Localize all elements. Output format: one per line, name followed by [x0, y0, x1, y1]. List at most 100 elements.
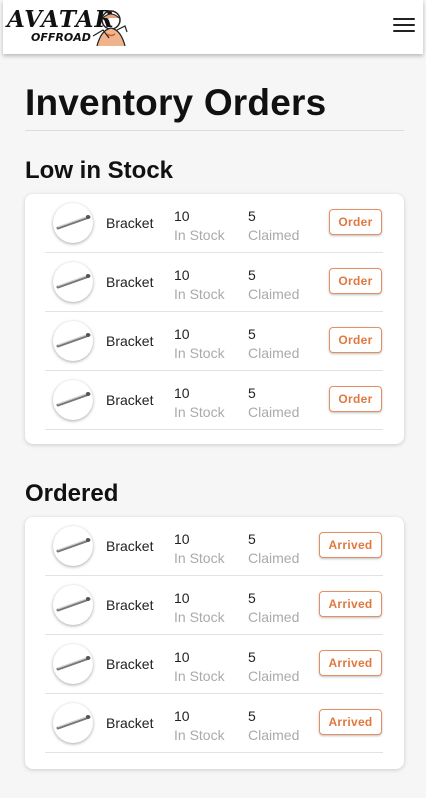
- in-stock-count: 10: [174, 208, 190, 224]
- item-name: Bracket: [106, 656, 154, 672]
- bracket-rod-icon: [56, 538, 91, 553]
- bracket-rod-icon: [56, 656, 91, 671]
- in-stock-label: In Stock: [174, 727, 225, 743]
- in-stock-count: 10: [174, 708, 190, 724]
- claimed-count: 5: [248, 590, 256, 606]
- in-stock-stat: 10 In Stock: [174, 384, 225, 422]
- claimed-stat: 5 Claimed: [248, 530, 299, 568]
- bracket-rod-icon: [56, 215, 91, 230]
- in-stock-count: 10: [174, 326, 190, 342]
- logo-sub-text: OFFROAD: [31, 31, 91, 44]
- in-stock-count: 10: [174, 385, 190, 401]
- bracket-rod-icon: [56, 392, 91, 407]
- claimed-label: Claimed: [248, 609, 300, 625]
- bracket-rod-icon: [56, 597, 91, 612]
- claimed-count: 5: [248, 531, 256, 547]
- ordered-list: Bracket 10 In Stock 5 Claimed Arrived Br…: [45, 517, 383, 753]
- in-stock-count: 10: [174, 267, 190, 283]
- arrived-button[interactable]: Arrived: [319, 532, 382, 558]
- claimed-count: 5: [248, 326, 256, 342]
- item-name: Bracket: [106, 274, 154, 290]
- bracket-thumbnail: [53, 262, 93, 302]
- inventory-row: Bracket 10 In Stock 5 Claimed Arrived: [45, 517, 383, 576]
- in-stock-stat: 10 In Stock: [174, 589, 225, 627]
- low-stock-card: Bracket 10 In Stock 5 Claimed Order Brac…: [25, 194, 404, 444]
- bracket-thumbnail: [53, 526, 93, 566]
- rider-illustration-icon: [92, 10, 128, 47]
- claimed-count: 5: [248, 708, 256, 724]
- inventory-row: Bracket 10 In Stock 5 Claimed Order: [45, 371, 383, 430]
- arrived-button[interactable]: Arrived: [319, 591, 382, 617]
- item-name: Bracket: [106, 597, 154, 613]
- in-stock-stat: 10 In Stock: [174, 530, 225, 568]
- in-stock-count: 10: [174, 649, 190, 665]
- order-button[interactable]: Order: [329, 386, 382, 412]
- in-stock-label: In Stock: [174, 609, 225, 625]
- inventory-row: Bracket 10 In Stock 5 Claimed Order: [45, 253, 383, 312]
- claimed-count: 5: [248, 208, 256, 224]
- low-stock-section-title: Low in Stock: [25, 157, 174, 184]
- item-name: Bracket: [106, 392, 154, 408]
- arrived-button[interactable]: Arrived: [319, 709, 382, 735]
- bracket-thumbnail: [53, 380, 93, 420]
- low-stock-list: Bracket 10 In Stock 5 Claimed Order Brac…: [45, 194, 383, 430]
- claimed-stat: 5 Claimed: [248, 384, 299, 422]
- ordered-card: Bracket 10 In Stock 5 Claimed Arrived Br…: [25, 517, 404, 769]
- claimed-label: Claimed: [248, 286, 300, 302]
- claimed-stat: 5 Claimed: [248, 648, 299, 686]
- in-stock-stat: 10 In Stock: [174, 207, 225, 245]
- bracket-rod-icon: [56, 274, 91, 289]
- inventory-row: Bracket 10 In Stock 5 Claimed Order: [45, 194, 383, 253]
- claimed-stat: 5 Claimed: [248, 325, 299, 363]
- bracket-thumbnail: [53, 644, 93, 684]
- order-button[interactable]: Order: [329, 327, 382, 353]
- claimed-label: Claimed: [248, 227, 300, 243]
- item-name: Bracket: [106, 333, 154, 349]
- claimed-label: Claimed: [248, 550, 300, 566]
- claimed-label: Claimed: [248, 668, 300, 684]
- bracket-rod-icon: [56, 333, 91, 348]
- claimed-stat: 5 Claimed: [248, 589, 299, 627]
- inventory-row: Bracket 10 In Stock 5 Claimed Arrived: [45, 635, 383, 694]
- order-button[interactable]: Order: [329, 209, 382, 235]
- bracket-thumbnail: [53, 585, 93, 625]
- item-name: Bracket: [106, 215, 154, 231]
- claimed-stat: 5 Claimed: [248, 266, 299, 304]
- in-stock-label: In Stock: [174, 286, 225, 302]
- claimed-label: Claimed: [248, 727, 300, 743]
- bracket-thumbnail: [53, 703, 93, 743]
- claimed-count: 5: [248, 649, 256, 665]
- in-stock-label: In Stock: [174, 227, 225, 243]
- in-stock-label: In Stock: [174, 668, 225, 684]
- page-title: Inventory Orders: [25, 82, 327, 123]
- main-content: Inventory Orders Low in Stock Bracket 10…: [25, 54, 404, 769]
- claimed-label: Claimed: [248, 404, 300, 420]
- arrived-button[interactable]: Arrived: [319, 650, 382, 676]
- in-stock-stat: 10 In Stock: [174, 325, 225, 363]
- claimed-stat: 5 Claimed: [248, 207, 299, 245]
- hamburger-menu-icon[interactable]: [393, 18, 415, 36]
- in-stock-stat: 10 In Stock: [174, 648, 225, 686]
- bracket-thumbnail: [53, 203, 93, 243]
- order-button[interactable]: Order: [329, 268, 382, 294]
- bracket-rod-icon: [56, 715, 91, 730]
- claimed-count: 5: [248, 267, 256, 283]
- claimed-stat: 5 Claimed: [248, 707, 299, 745]
- item-name: Bracket: [106, 538, 154, 554]
- app-header: AVATAR OFFROAD: [3, 0, 423, 54]
- inventory-row: Bracket 10 In Stock 5 Claimed Arrived: [45, 694, 383, 753]
- in-stock-label: In Stock: [174, 550, 225, 566]
- inventory-row: Bracket 10 In Stock 5 Claimed Order: [45, 312, 383, 371]
- in-stock-stat: 10 In Stock: [174, 266, 225, 304]
- in-stock-count: 10: [174, 590, 190, 606]
- in-stock-stat: 10 In Stock: [174, 707, 225, 745]
- avatar-offroad-logo[interactable]: AVATAR OFFROAD: [7, 6, 131, 50]
- claimed-count: 5: [248, 385, 256, 401]
- item-name: Bracket: [106, 715, 154, 731]
- in-stock-count: 10: [174, 531, 190, 547]
- ordered-section-title: Ordered: [25, 480, 119, 507]
- inventory-row: Bracket 10 In Stock 5 Claimed Arrived: [45, 576, 383, 635]
- bracket-thumbnail: [53, 321, 93, 361]
- claimed-label: Claimed: [248, 345, 300, 361]
- in-stock-label: In Stock: [174, 404, 225, 420]
